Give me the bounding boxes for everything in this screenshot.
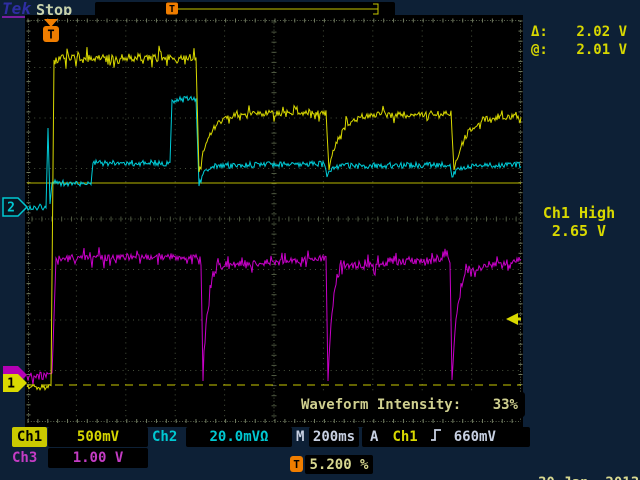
waveform-intensity-label: Waveform Intensity: xyxy=(301,396,462,413)
delta-value: 2.02 V xyxy=(576,24,627,40)
trigger-source: Ch1 xyxy=(392,429,418,445)
ch1-high-label: Ch1 High xyxy=(542,204,616,222)
waveform-intensity-value: 33% xyxy=(492,396,518,413)
delta-label: Δ: xyxy=(531,24,548,40)
trigger-position-icon: T xyxy=(290,456,303,472)
trigger-mode-label: A xyxy=(370,429,379,445)
datetime-readout: 30 Jan 2013 16:02:53 xyxy=(538,441,639,480)
timebase-label: M xyxy=(296,429,305,445)
channel-2-marker-label: 2 xyxy=(7,201,15,216)
date-value: 30 Jan 2013 xyxy=(538,475,639,480)
ch2-channel-badge: Ch2 xyxy=(152,429,178,445)
at-label: @: xyxy=(531,42,548,58)
channel-1-marker-label: 1 xyxy=(7,377,15,392)
rising-edge-icon xyxy=(430,428,442,446)
ch2-scale-readout: 20.0mVΩ xyxy=(186,427,292,447)
timebase-readout: 200ms xyxy=(309,427,359,447)
trigger-level-value: 660mV xyxy=(453,429,496,445)
waveform-intensity-overlay: Waveform Intensity: 33% xyxy=(294,392,525,417)
ch1-high-value: 2.65 V xyxy=(551,222,607,240)
oscilloscope-screen: Tek Stop 12TT Δ: 2.02 V @: 2.01 V Ch1 Hi… xyxy=(0,0,640,480)
ch3-scale-readout: 1.00 V xyxy=(48,448,148,468)
ch1-high-measurement: Ch1 High 2.65 V xyxy=(524,204,634,240)
trigger-readout: A Ch1 660mV xyxy=(362,427,530,447)
ch1-channel-badge: Ch1 xyxy=(12,427,47,447)
cursor-readout: Δ: 2.02 V @: 2.01 V xyxy=(531,23,627,59)
trigger-position-badge-label: T xyxy=(47,28,54,42)
record-view-trigger-label: T xyxy=(169,4,175,15)
trigger-position-readout: 5.200 % xyxy=(305,455,373,474)
ch1-scale-readout: 500mV xyxy=(48,427,148,447)
at-value: 2.01 V xyxy=(576,42,627,58)
ch3-channel-badge: Ch3 xyxy=(12,450,38,466)
